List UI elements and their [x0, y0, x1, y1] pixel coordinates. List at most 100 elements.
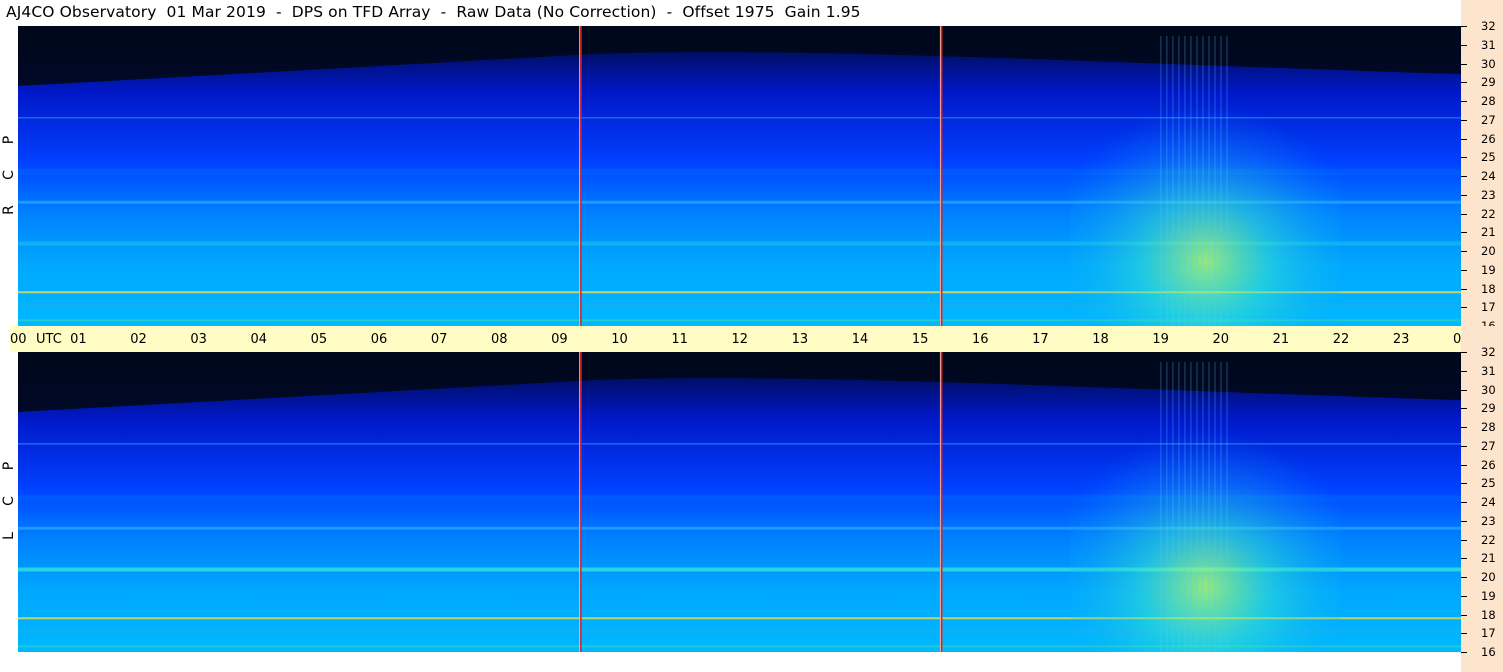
freq-tick: [1461, 119, 1467, 121]
freq-tick: [1461, 520, 1467, 522]
vertical-streak: [1190, 36, 1192, 326]
time-tick-label: 06: [370, 332, 388, 347]
vertical-streak: [1178, 362, 1180, 652]
freq-tick-label: 20: [1481, 244, 1496, 258]
freq-tick: [1461, 483, 1467, 485]
time-tick-label: 01: [70, 332, 87, 347]
freq-tick: [1461, 101, 1467, 102]
vertical-streak: [1220, 36, 1222, 326]
vertical-streak: [1214, 36, 1216, 326]
pol-letter: C: [1, 170, 17, 180]
time-marker: [940, 26, 943, 326]
time-marker: [939, 26, 941, 326]
time-tick-label: 18: [1092, 332, 1109, 347]
vertical-streak: [1196, 362, 1198, 652]
freq-tick-label: 23: [1481, 513, 1496, 528]
freq-tick: [1461, 63, 1467, 65]
vertical-streak: [1208, 362, 1210, 652]
pol-letter: P: [1, 461, 17, 471]
time-tick-label: 20: [1212, 332, 1230, 347]
time-tick-label: 12: [731, 332, 749, 347]
time-tick-label: 14: [851, 332, 869, 347]
vertical-streak: [1166, 36, 1168, 326]
freq-tick-label: 30: [1481, 56, 1496, 71]
freq-tick-label: 25: [1481, 476, 1496, 491]
time-tick-label: 10: [611, 332, 628, 347]
rcp-frequency-axis: 3231302928272625242322212019181716: [1461, 0, 1503, 332]
pol-letter: P: [1, 135, 17, 145]
vertical-streak: [1172, 362, 1174, 652]
freq-tick-label: 32: [1481, 19, 1496, 33]
freq-tick-label: 27: [1481, 112, 1496, 127]
freq-tick-label: 27: [1481, 438, 1496, 453]
time-marker: [940, 352, 943, 652]
time-tick-label: 16: [972, 332, 989, 347]
freq-tick-label: 29: [1481, 75, 1496, 90]
freq-tick-label: 24: [1481, 495, 1496, 509]
freq-tick: [1461, 44, 1467, 46]
time-tick-label: UTC: [36, 332, 62, 347]
freq-tick-label: 24: [1481, 169, 1496, 183]
rcp-spectrogram: [18, 26, 1461, 326]
vertical-streak: [1172, 36, 1174, 326]
vertical-streak: [1226, 362, 1228, 652]
freq-tick: [1461, 558, 1467, 560]
freq-tick-label: 18: [1481, 607, 1496, 622]
freq-tick: [1461, 352, 1467, 353]
freq-tick-label: 28: [1481, 420, 1496, 434]
vertical-streak: [1208, 36, 1210, 326]
time-tick-label: 05: [310, 332, 328, 347]
time-tick-label: 09: [551, 332, 568, 347]
vertical-streak: [1190, 362, 1192, 652]
solar-activity-region: [1070, 392, 1341, 652]
vertical-streak: [1160, 362, 1162, 652]
freq-tick-label: 18: [1481, 281, 1496, 296]
vertical-streak: [1184, 362, 1186, 652]
time-tick-label: 15: [911, 332, 929, 347]
freq-tick: [1461, 269, 1467, 271]
freq-tick-label: 26: [1481, 457, 1496, 472]
time-marker: [580, 352, 582, 652]
freq-tick-label: 21: [1481, 551, 1496, 566]
vertical-streak: [1166, 362, 1168, 652]
freq-tick-label: 19: [1481, 262, 1496, 277]
freq-tick-label: 21: [1481, 225, 1496, 240]
pol-letter: L: [1, 532, 17, 540]
freq-tick: [1461, 26, 1467, 27]
freq-tick: [1461, 194, 1467, 196]
freq-tick-label: 25: [1481, 150, 1496, 165]
freq-tick: [1461, 82, 1467, 84]
freq-tick: [1461, 445, 1467, 447]
freq-tick: [1461, 307, 1467, 309]
freq-tick: [1461, 138, 1467, 140]
freq-tick: [1461, 408, 1467, 410]
freq-tick: [1461, 595, 1467, 597]
vertical-streak: [1202, 362, 1204, 652]
freq-tick: [1461, 464, 1467, 466]
time-tick-label: 08: [491, 332, 508, 347]
pol-letter: R: [1, 205, 17, 215]
vertical-streak: [1214, 362, 1216, 652]
time-tick-label: 13: [791, 332, 809, 347]
time-tick-label: 17: [1032, 332, 1049, 347]
freq-tick-label: 30: [1481, 382, 1496, 397]
freq-tick: [1461, 251, 1467, 252]
freq-tick: [1461, 389, 1467, 391]
lcp-frequency-axis: 32 31 30 29 28 27 26 25 24 23 22 21 20 19 18 17 16: [1461, 326, 1503, 672]
freq-tick: [1461, 288, 1467, 290]
vertical-streak: [1226, 36, 1228, 326]
freq-tick: [1461, 652, 1467, 653]
freq-tick-label: 28: [1481, 94, 1496, 108]
freq-tick: [1461, 577, 1467, 578]
time-tick-label: 23: [1392, 332, 1410, 347]
freq-tick-label: 31: [1481, 363, 1496, 378]
freq-tick-label: 22: [1481, 206, 1496, 221]
freq-tick-label: 16: [1481, 645, 1496, 659]
freq-tick-label: 29: [1481, 401, 1496, 416]
freq-tick: [1461, 176, 1467, 177]
solar-activity-region: [1070, 66, 1341, 326]
freq-tick-label: 22: [1481, 532, 1496, 547]
freq-tick: [1461, 539, 1467, 541]
time-tick-label: 00: [10, 332, 27, 347]
freq-tick-label: 26: [1481, 131, 1496, 146]
